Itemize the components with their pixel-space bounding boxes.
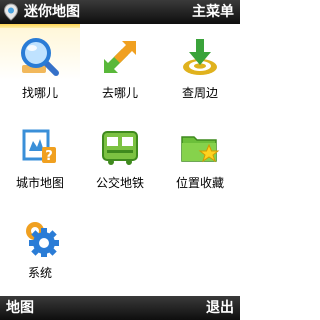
app-title: 迷你地图 (24, 4, 80, 20)
city-map-icon: ? (22, 129, 56, 164)
grid-item-transit[interactable]: 公交地铁 (80, 114, 160, 194)
grid-item-city-map[interactable]: ? 城市地图 (0, 114, 80, 194)
favorite-folder-icon (181, 136, 220, 163)
title-bar: 迷你地图 主菜单 (0, 0, 240, 24)
grid-item-label: 公交地铁 (95, 176, 144, 190)
selection-indicator (0, 24, 80, 28)
grid-item-favorites[interactable]: 位置收藏 (160, 114, 240, 194)
grid-item-system[interactable]: 系统 (0, 204, 80, 284)
magnifier-icon (21, 38, 59, 76)
left-softkey-map[interactable]: 地图 (6, 299, 34, 317)
settings-gear-icon (26, 222, 59, 257)
main-menu-button[interactable]: 主菜单 (192, 3, 234, 21)
grid-item-nearby[interactable]: 查周边 (160, 24, 240, 104)
feature-grid: 找哪儿 去哪儿 查周边 ? 城市地图 公交地铁 位置收藏 系统 (0, 24, 240, 296)
grid-item-navigate[interactable]: 去哪儿 (80, 24, 160, 104)
svg-text:?: ? (45, 149, 53, 164)
right-softkey-exit[interactable]: 退出 (206, 299, 234, 317)
route-arrows-icon (104, 41, 136, 73)
grid-item-search[interactable]: 找哪儿 (0, 24, 80, 104)
bus-icon (102, 131, 138, 165)
grid-item-label: 城市地图 (15, 176, 64, 190)
softkey-bar: 地图 退出 (0, 296, 240, 320)
grid-item-label: 找哪儿 (21, 86, 58, 100)
app-logo-icon (3, 3, 19, 21)
grid-item-label: 查周边 (181, 86, 218, 100)
grid-item-label: 位置收藏 (175, 176, 224, 190)
grid-item-label: 去哪儿 (101, 86, 138, 100)
location-pin-icon (183, 39, 217, 75)
grid-item-label: 系统 (27, 266, 52, 280)
